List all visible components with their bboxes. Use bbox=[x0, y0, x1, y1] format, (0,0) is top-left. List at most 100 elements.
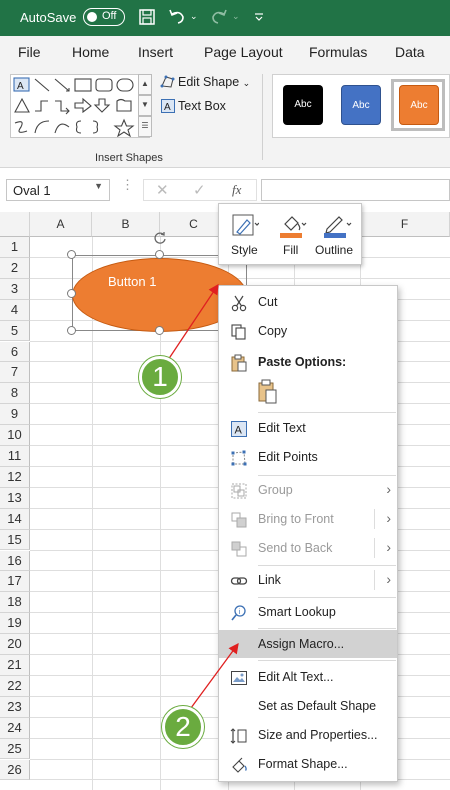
scissors-icon bbox=[231, 295, 247, 312]
row-header[interactable]: 24 bbox=[0, 717, 30, 739]
menu-item-edit-alt-text[interactable]: Edit Alt Text... bbox=[219, 663, 397, 691]
autosave-toggle[interactable]: Off bbox=[83, 8, 125, 26]
menu-item-copy[interactable]: Copy bbox=[219, 317, 397, 345]
menu-item-edit-text[interactable]: A Edit Text bbox=[219, 414, 397, 442]
row-header[interactable]: 15 bbox=[0, 529, 30, 551]
column-header-b[interactable]: B bbox=[92, 212, 160, 237]
row-header[interactable]: 14 bbox=[0, 508, 30, 530]
menu-label-send-to-back: Send to Back bbox=[258, 541, 333, 555]
insert-function-button[interactable]: fx bbox=[232, 182, 241, 198]
column-header-f[interactable]: F bbox=[360, 212, 450, 237]
resize-handle-s[interactable] bbox=[155, 326, 164, 335]
row-header[interactable]: 8 bbox=[0, 383, 30, 405]
row-header[interactable]: 4 bbox=[0, 299, 30, 321]
ribbon-tabs: File Home Insert Page Layout Formulas Da… bbox=[0, 36, 450, 68]
shapes-gallery-icon: A bbox=[13, 77, 135, 138]
row-header[interactable]: 1 bbox=[0, 237, 30, 258]
menu-item-set-default-shape[interactable]: Set as Default Shape bbox=[219, 692, 397, 720]
cancel-icon: ✕ bbox=[156, 182, 169, 199]
text-box-button[interactable]: Text Box bbox=[178, 99, 226, 113]
tab-page-layout[interactable]: Page Layout bbox=[204, 44, 283, 60]
svg-text:A: A bbox=[235, 425, 243, 437]
row-header[interactable]: 22 bbox=[0, 675, 30, 697]
paste-option-button[interactable] bbox=[253, 378, 283, 406]
submenu-arrow-icon[interactable]: › bbox=[386, 571, 391, 587]
style-button[interactable]: Style bbox=[225, 208, 265, 262]
tab-data[interactable]: Data bbox=[395, 44, 425, 60]
row-header[interactable]: 18 bbox=[0, 592, 30, 614]
row-header[interactable]: 16 bbox=[0, 550, 30, 572]
split-divider bbox=[374, 509, 375, 529]
gallery-scroll[interactable]: ▲ ▼ ☰ bbox=[138, 74, 152, 138]
tab-file[interactable]: File bbox=[18, 44, 41, 60]
row-header[interactable]: 10 bbox=[0, 425, 30, 446]
row-header[interactable]: 20 bbox=[0, 634, 30, 655]
rotate-handle-icon[interactable] bbox=[153, 231, 167, 245]
toggle-knob bbox=[87, 12, 97, 22]
row-header[interactable]: 26 bbox=[0, 759, 30, 781]
resize-handle-sw[interactable] bbox=[67, 326, 76, 335]
column-header-a[interactable]: A bbox=[30, 212, 92, 237]
save-icon[interactable] bbox=[138, 8, 156, 26]
style-swatch-blue[interactable]: Abc bbox=[341, 85, 381, 125]
fill-button[interactable]: Fill bbox=[273, 208, 309, 262]
gallery-up-icon[interactable]: ▲ bbox=[138, 74, 152, 95]
menu-label-group: Group bbox=[258, 483, 293, 497]
row-header[interactable]: 3 bbox=[0, 278, 30, 300]
row-header[interactable]: 7 bbox=[0, 362, 30, 384]
resize-handle-n[interactable] bbox=[155, 250, 164, 259]
menu-item-edit-points[interactable]: Edit Points bbox=[219, 443, 397, 471]
menu-item-assign-macro[interactable]: Assign Macro... bbox=[219, 630, 397, 658]
edit-shape-button[interactable]: Edit Shape ⌄ bbox=[178, 75, 250, 89]
undo-dropdown-icon[interactable]: ⌄ bbox=[190, 11, 198, 22]
row-header[interactable]: 11 bbox=[0, 446, 30, 467]
name-box-dropdown-icon[interactable]: ▼ bbox=[94, 181, 103, 191]
row-header[interactable]: 21 bbox=[0, 655, 30, 676]
menu-item-smart-lookup[interactable]: i Smart Lookup bbox=[219, 598, 397, 626]
resize-handle-nw[interactable] bbox=[67, 250, 76, 259]
outline-button[interactable]: Outline bbox=[311, 208, 361, 262]
menu-item-format-shape[interactable]: Format Shape... bbox=[219, 750, 397, 778]
name-box-value: Oval 1 bbox=[13, 183, 51, 198]
tab-home[interactable]: Home bbox=[72, 44, 109, 60]
shapes-gallery[interactable]: A bbox=[10, 74, 150, 138]
tab-insert[interactable]: Insert bbox=[138, 44, 173, 60]
customize-qat-icon[interactable] bbox=[254, 12, 264, 22]
undo-icon[interactable] bbox=[168, 8, 188, 26]
row-header[interactable]: 19 bbox=[0, 613, 30, 635]
menu-item-bring-to-front: Bring to Front › bbox=[219, 505, 397, 533]
row-header[interactable]: 13 bbox=[0, 487, 30, 509]
gallery-more-icon[interactable]: ☰ bbox=[138, 116, 152, 137]
row-header[interactable]: 2 bbox=[0, 257, 30, 279]
resize-handle-w[interactable] bbox=[67, 289, 76, 298]
tab-formulas[interactable]: Formulas bbox=[309, 44, 367, 60]
gallery-down-icon[interactable]: ▼ bbox=[138, 95, 152, 116]
menu-label-bring-to-front: Bring to Front bbox=[258, 512, 334, 526]
menu-item-link[interactable]: Link › bbox=[219, 566, 397, 594]
context-menu: Cut Copy Paste Options: A Edit Text Edit… bbox=[218, 285, 398, 782]
ribbon-divider bbox=[262, 74, 263, 160]
row-header[interactable]: 5 bbox=[0, 320, 30, 342]
row-header[interactable]: 17 bbox=[0, 571, 30, 593]
edit-text-icon: A bbox=[231, 421, 247, 437]
formula-buttons: ✕ ✓ fx bbox=[143, 179, 257, 201]
style-swatch-orange[interactable]: Abc bbox=[399, 85, 439, 125]
row-header[interactable]: 23 bbox=[0, 696, 30, 718]
split-divider bbox=[374, 570, 375, 590]
formula-input[interactable] bbox=[261, 179, 450, 201]
autosave-label: AutoSave bbox=[20, 10, 77, 25]
menu-item-send-to-back: Send to Back › bbox=[219, 534, 397, 562]
menu-item-paste-options: Paste Options: bbox=[219, 348, 397, 376]
menu-label-edit-text: Edit Text bbox=[258, 421, 306, 435]
select-all-corner[interactable] bbox=[0, 212, 30, 237]
menu-item-cut[interactable]: Cut bbox=[219, 288, 397, 316]
row-header[interactable]: 6 bbox=[0, 341, 30, 363]
name-box[interactable]: Oval 1 ▼ bbox=[6, 179, 110, 201]
paste-icon bbox=[231, 354, 247, 372]
menu-item-size-properties[interactable]: Size and Properties... bbox=[219, 721, 397, 749]
row-header[interactable]: 25 bbox=[0, 738, 30, 760]
row-header[interactable]: 12 bbox=[0, 466, 30, 488]
style-swatch-black[interactable]: Abc bbox=[283, 85, 323, 125]
row-header[interactable]: 9 bbox=[0, 404, 30, 426]
toggle-state: Off bbox=[102, 10, 117, 22]
